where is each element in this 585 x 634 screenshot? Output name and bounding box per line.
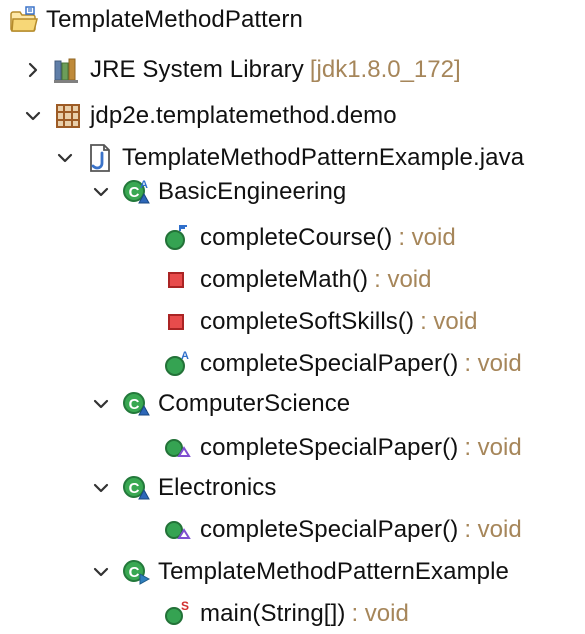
public-final-method-icon [162,222,194,254]
tree-row-class-basic-engineering[interactable]: C A BasicEngineering [88,172,346,212]
private-method-icon [162,264,194,296]
method-name-complete-special-paper: completeSpecialPaper() [200,516,459,543]
class-name-basic-engineering: BasicEngineering [158,178,347,205]
chevron-down-icon[interactable] [88,179,114,205]
chevron-right-icon[interactable] [20,57,46,83]
svg-text:C: C [129,564,140,581]
svg-text:S: S [181,599,189,613]
method-name-complete-math: completeMath() [200,266,369,293]
overriding-method-icon [162,514,194,546]
runnable-class-icon: C [120,556,152,588]
class-name-template-method-pattern-example: TemplateMethodPatternExample [158,558,509,585]
java-file-icon [84,142,116,174]
java-project-folder-icon [8,4,40,36]
chevron-down-icon[interactable] [88,559,114,585]
method-return-type: : void [464,434,522,461]
tree-row-method-electronics-complete-special-paper[interactable]: completeSpecialPaper() : void [162,510,522,550]
abstract-class-icon: C A [120,176,152,208]
method-return-type: : void [464,350,522,377]
public-abstract-method-icon: A [162,348,194,380]
tree-row-method-main[interactable]: S main(String[]) : void [162,594,409,634]
class-name-electronics: Electronics [158,474,277,501]
tree-row-method-complete-special-paper-abstract[interactable]: A completeSpecialPaper() : void [162,344,522,384]
tree-row-jre-library[interactable]: JRE System Library [jdk1.8.0_172] [20,50,461,90]
method-return-type: : void [374,266,432,293]
method-return-type: : void [464,516,522,543]
method-name-complete-course: completeCourse() [200,224,393,251]
overriding-method-icon [162,432,194,464]
method-name-main: main(String[]) [200,600,346,627]
tree-row-class-electronics[interactable]: C Electronics [88,468,276,508]
method-name-complete-special-paper: completeSpecialPaper() [200,350,459,377]
svg-text:A: A [140,179,148,191]
library-name: JRE System Library [90,56,304,83]
java-file-name: TemplateMethodPatternExample.java [122,144,525,171]
svg-text:A: A [181,350,189,362]
method-return-type: : void [398,224,456,251]
chevron-down-icon[interactable] [88,475,114,501]
method-return-type: : void [351,600,409,627]
tree-row-method-computer-science-complete-special-paper[interactable]: completeSpecialPaper() : void [162,428,522,468]
package-name: jdp2e.templatemethod.demo [90,102,397,129]
private-method-icon [162,306,194,338]
library-version: [jdk1.8.0_172] [309,56,461,83]
tree-row-project[interactable]: TemplateMethodPattern [8,0,303,40]
class-name-computer-science: ComputerScience [158,390,351,417]
method-return-type: : void [420,308,478,335]
svg-text:C: C [129,396,140,413]
library-icon [52,54,84,86]
tree-row-method-complete-soft-skills[interactable]: completeSoftSkills() : void [162,302,477,342]
svg-text:C: C [129,184,140,201]
tree-row-class-computer-science[interactable]: C ComputerScience [88,384,350,424]
chevron-down-icon[interactable] [88,391,114,417]
method-name-complete-special-paper: completeSpecialPaper() [200,434,459,461]
chevron-down-icon[interactable] [20,103,46,129]
project-explorer-tree: TemplateMethodPattern JRE System Library… [0,0,585,629]
svg-text:C: C [129,480,140,497]
tree-row-package[interactable]: jdp2e.templatemethod.demo [20,96,397,136]
static-method-icon: S [162,598,194,630]
class-icon: C [120,472,152,504]
tree-row-class-template-method-pattern-example[interactable]: C TemplateMethodPatternExample [88,552,509,592]
method-name-complete-soft-skills: completeSoftSkills() [200,308,415,335]
package-icon [52,100,84,132]
tree-row-method-complete-math[interactable]: completeMath() : void [162,260,432,300]
tree-row-method-complete-course[interactable]: completeCourse() : void [162,218,456,258]
chevron-down-icon[interactable] [52,145,78,171]
class-icon: C [120,388,152,420]
project-name: TemplateMethodPattern [46,6,303,33]
